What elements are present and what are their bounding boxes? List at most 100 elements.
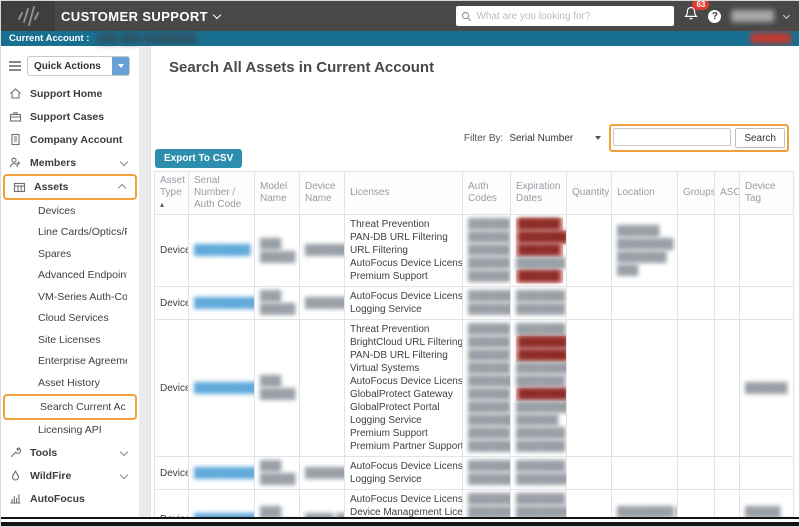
- sidebar-item-advanced-endpoint-protection[interactable]: Advanced Endpoint Protection: [1, 265, 137, 287]
- cell-serial-number[interactable]: █████████: [188, 286, 255, 320]
- sidebar-item-label: Devices: [38, 204, 76, 217]
- model-name-redacted: █████: [260, 251, 296, 263]
- sidebar-item-vm-series-auth-codes[interactable]: VM-Series Auth-Codes: [1, 286, 137, 308]
- cell-serial-number[interactable]: ████████: [188, 214, 255, 287]
- serial-link-redacted[interactable]: █████████: [194, 468, 254, 479]
- user-name-redacted: ██████: [731, 10, 774, 22]
- asset-search-button[interactable]: Search: [735, 128, 785, 148]
- column-header-expiration-dates[interactable]: Expiration Dates: [510, 171, 567, 215]
- auth-code-redacted: ██████: [468, 402, 511, 413]
- cell-groups: [677, 319, 715, 457]
- quick-actions-select[interactable]: Quick Actions: [27, 56, 130, 76]
- column-header-label: Auth Codes: [468, 181, 497, 204]
- global-search-input[interactable]: [476, 10, 670, 22]
- sidebar-item-autofocus[interactable]: AutoFocus: [1, 487, 137, 510]
- license-name: PAN-DB URL Filtering: [350, 232, 448, 243]
- column-header-groups[interactable]: Groups: [677, 171, 715, 215]
- auth-code-redacted: ████████: [468, 376, 511, 387]
- hamburger-menu-icon[interactable]: [9, 60, 21, 72]
- brand-chevron-down-icon[interactable]: [212, 10, 222, 20]
- cell-expiration-dates: ███████ ███████ ███████ ███████ ███████ █████…: [510, 319, 567, 457]
- serial-link-redacted[interactable]: █████████: [194, 383, 254, 394]
- column-header-asc[interactable]: ASC: [714, 171, 740, 215]
- serial-link-redacted[interactable]: █████████: [194, 298, 254, 309]
- cell-expiration-dates: ████████████████: [510, 456, 567, 490]
- auth-code-redacted: ██████: [468, 232, 511, 243]
- cell-device-name: ██████: [299, 456, 345, 490]
- global-search-box[interactable]: [456, 6, 675, 26]
- horizontal-scrollbar[interactable]: [1, 517, 799, 526]
- sidebar-item-support-home[interactable]: Support Home: [1, 82, 137, 105]
- model-name-redacted: ███: [260, 461, 282, 472]
- license-name: Virtual Systems: [350, 363, 420, 374]
- chevron-down-icon: [119, 470, 129, 479]
- cell-asset-type: Device: [154, 319, 189, 457]
- auth-code-redacted: ██████: [468, 428, 511, 439]
- column-header-device-tag[interactable]: Device Tag: [739, 171, 794, 215]
- expiration-date-expired: ███████: [516, 231, 566, 244]
- sidebar-item-assets[interactable]: Assets: [3, 174, 137, 200]
- account-bar-right-redacted: ██████: [750, 33, 791, 44]
- column-header-device-name[interactable]: Device Name: [299, 171, 345, 215]
- main-content: Search All Assets in Current Account Fil…: [151, 46, 799, 526]
- cell-asc: [714, 214, 740, 287]
- notifications-button[interactable]: 63: [684, 1, 710, 26]
- sidebar-item-licensing-api[interactable]: Licensing API: [1, 420, 137, 442]
- help-button[interactable]: ?: [708, 9, 722, 23]
- cell-device-name: [299, 319, 345, 457]
- export-to-csv-button[interactable]: Export To CSV: [155, 149, 243, 168]
- column-header-licenses[interactable]: Licenses: [344, 171, 463, 215]
- sidebar-item-company-account[interactable]: Company Account: [1, 128, 137, 151]
- sidebar-item-line-cards-optics-frus[interactable]: Line Cards/Optics/FRUs: [1, 222, 137, 244]
- cell-quantity: [566, 319, 612, 457]
- column-header-asset-type[interactable]: Asset Type ▴: [154, 171, 189, 215]
- cell-serial-number[interactable]: █████████: [188, 319, 255, 457]
- sidebar-item-spares[interactable]: Spares: [1, 243, 137, 265]
- model-name-redacted: ███: [260, 376, 282, 387]
- cell-auth-codes: ████████ ████████: [462, 286, 511, 320]
- sidebar-item-enterprise-agreements[interactable]: Enterprise Agreements: [1, 351, 137, 373]
- asset-search-input[interactable]: [613, 128, 732, 146]
- column-header-model-name[interactable]: Model Name: [254, 171, 300, 215]
- license-name: GlobalProtect Portal: [350, 402, 440, 413]
- sort-ascending-icon: ▴: [160, 200, 165, 209]
- filter-type-select[interactable]: Serial Number: [509, 133, 602, 144]
- sidebar-item-asset-history[interactable]: Asset History: [1, 372, 137, 394]
- auth-code-redacted: ████████: [468, 291, 511, 302]
- brand-logo-icon[interactable]: [1, 1, 55, 31]
- sidebar-item-search-current-account[interactable]: Search Current Account: [3, 393, 137, 420]
- serial-link-redacted[interactable]: ████████: [194, 245, 251, 256]
- quick-actions-label: Quick Actions: [34, 60, 101, 72]
- license-name: AutoFocus Device License: [350, 494, 463, 505]
- sidebar-item-site-licenses[interactable]: Site Licenses: [1, 329, 137, 351]
- sidebar-scrollbar[interactable]: [139, 46, 150, 526]
- column-header-serial-number-auth-code[interactable]: Serial Number / Auth Code: [188, 171, 255, 215]
- column-header-label: Location: [617, 187, 655, 198]
- auth-code-redacted: ██████: [468, 271, 511, 282]
- sidebar-item-members[interactable]: Members: [1, 151, 137, 174]
- sidebar-item-tools[interactable]: Tools: [1, 441, 137, 464]
- cell-serial-number[interactable]: █████████: [188, 456, 255, 490]
- license-name: Threat Prevention: [350, 324, 430, 335]
- customer-support-portal: CUSTOMER SUPPORT 63 ? █████: [0, 0, 800, 527]
- expiration-date: ███████: [516, 428, 566, 439]
- sidebar-item-label: Tools: [30, 446, 58, 459]
- sidebar-item-wildfire[interactable]: WildFire: [1, 464, 137, 487]
- column-header-quantity[interactable]: Quantity: [566, 171, 612, 215]
- license-name: BrightCloud URL Filtering: [350, 337, 463, 348]
- column-header-label: Model Name: [260, 181, 288, 204]
- sidebar-item-label: Asset History: [38, 376, 100, 389]
- user-menu[interactable]: ██████: [731, 10, 791, 22]
- search-icon: [462, 11, 472, 21]
- auth-code-redacted: ██████: [468, 324, 511, 335]
- current-account-label: Current Account :: [9, 33, 90, 44]
- sidebar-item-devices[interactable]: Devices: [1, 200, 137, 222]
- sidebar-item-label: Assets: [34, 181, 69, 193]
- column-header-location[interactable]: Location: [611, 171, 678, 215]
- sidebar-item-support-cases[interactable]: Support Cases: [1, 105, 137, 128]
- column-header-auth-codes[interactable]: Auth Codes: [462, 171, 511, 215]
- filter-bar: Filter By: Serial Number Search: [464, 124, 789, 152]
- sidebar-item-cloud-services[interactable]: Cloud Services: [1, 308, 137, 330]
- expiration-date: ███████: [516, 291, 566, 302]
- filter-caret-icon: [595, 136, 602, 140]
